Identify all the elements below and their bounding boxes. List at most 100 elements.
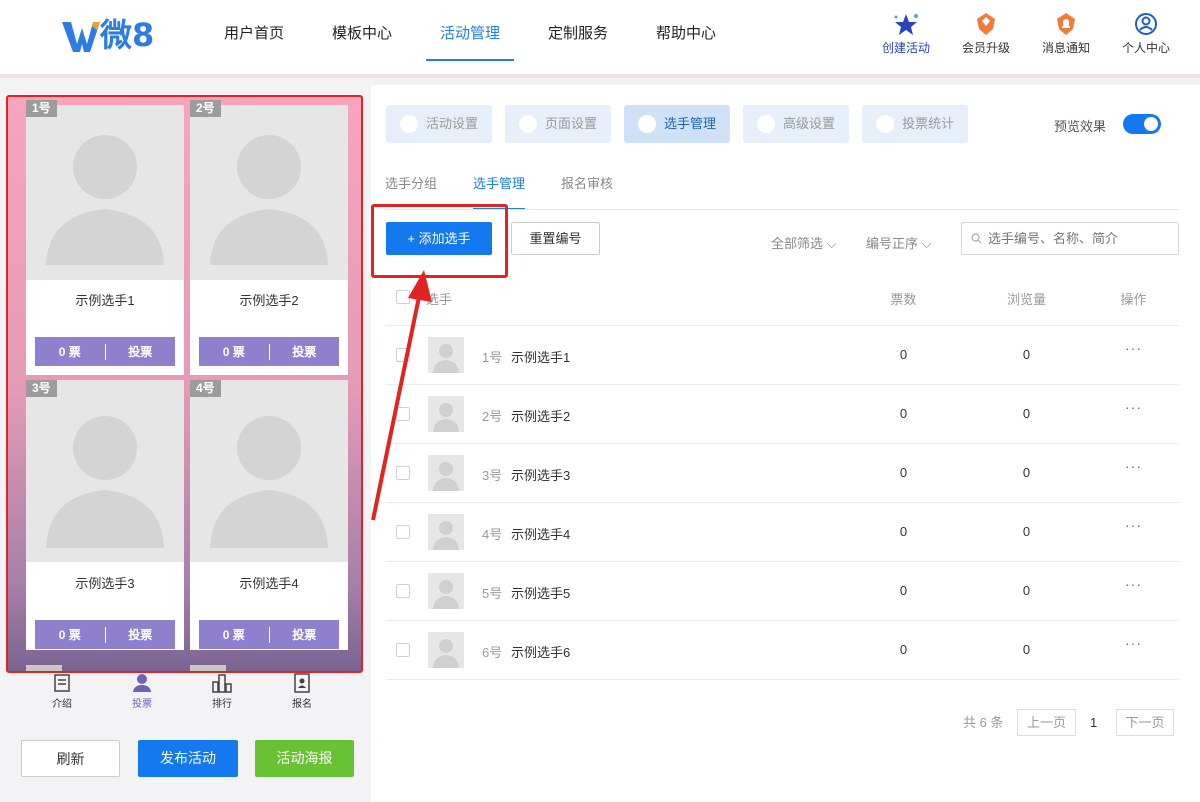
activity-poster-button[interactable]: 活动海报 [255,740,354,777]
avatar [428,396,464,432]
tab-activity-settings-label: 活动设置 [426,116,479,131]
more-options-icon[interactable]: ··· [1106,340,1161,356]
diamond-badge-icon [977,13,995,35]
contestant-card[interactable]: 3号 示例选手3 0 票 投票 [26,380,184,650]
notifications-label: 消息通知 [1041,41,1090,55]
view-count: 0 [1022,347,1031,362]
sort-dropdown[interactable]: 编号正序 ⌵ [866,233,932,252]
refresh-button[interactable]: 刷新 [21,740,120,777]
table-row: 6号 示例选手6 0 0 ··· [386,621,1179,680]
contestant-number: 5号 [482,586,503,601]
more-options-icon[interactable]: ··· [1106,399,1161,415]
tab-activity-settings[interactable]: 活动设置 [386,105,493,143]
star-icon [894,14,918,35]
table-row: 5号 示例选手5 0 0 ··· [386,562,1179,621]
tab-signup[interactable]: 报名 [262,672,342,712]
contestant-photo [190,105,348,280]
document-icon [54,674,70,692]
contestant-number: 2号 [482,409,503,424]
member-upgrade-button[interactable]: 会员升级 [946,12,1026,56]
personal-center-label: 个人中心 [1121,41,1170,55]
current-page[interactable]: 1 [1090,709,1097,736]
vote-button[interactable]: 投票 [270,343,340,360]
contestant-name: 示例选手3 [511,468,571,483]
next-card-edge [190,665,226,671]
user-circle-icon [1135,13,1157,35]
tab-advanced-settings-label: 高级设置 [783,116,836,131]
row-checkbox[interactable] [396,348,410,362]
more-options-icon[interactable]: ··· [1106,517,1161,533]
vote-button[interactable]: 投票 [106,626,176,643]
notifications-button[interactable]: 消息通知 [1026,12,1106,56]
view-count: 0 [1022,465,1031,480]
personal-center-button[interactable]: 个人中心 [1106,12,1186,56]
row-checkbox[interactable] [396,466,410,480]
tab-contestant-management[interactable]: 选手管理 [624,105,731,143]
more-options-icon[interactable]: ··· [1106,635,1161,651]
logo-w-icon [62,22,100,52]
nav-home[interactable]: 用户首页 [200,0,308,60]
publish-activity-button[interactable]: 发布活动 [138,740,238,777]
add-contestant-button[interactable]: + 添加选手 [386,222,492,255]
contestant-name: 示例选手2 [511,409,571,424]
create-activity-button[interactable]: 创建活动 [866,12,946,56]
vote-button[interactable]: 投票 [106,343,176,360]
tab-page-settings[interactable]: 页面设置 [505,105,612,143]
logo[interactable]: 微8 [62,14,162,56]
vote-bar[interactable]: 0 票 投票 [199,620,339,649]
subtab-signup-review[interactable]: 报名审核 [561,173,613,209]
next-page-button[interactable]: 下一页 [1116,709,1174,736]
contestant-name: 示例选手4 [239,576,299,591]
vote-bar[interactable]: 0 票 投票 [199,337,339,366]
filter-label: 全部筛选 [771,236,824,251]
row-checkbox[interactable] [396,525,410,539]
more-options-icon[interactable]: ··· [1106,576,1161,592]
search-input[interactable] [961,222,1179,255]
nav-templates[interactable]: 模板中心 [308,0,416,60]
contestant-number: 3号 [482,468,503,483]
bell-badge-icon [1057,13,1075,35]
contestant-name: 示例选手1 [511,350,571,365]
tab-vote-statistics[interactable]: 投票统计 [862,105,969,143]
nav-custom-service[interactable]: 定制服务 [524,0,632,60]
vote-bar[interactable]: 0 票 投票 [35,337,175,366]
more-options-icon[interactable]: ··· [1106,458,1161,474]
row-checkbox[interactable] [396,407,410,421]
create-activity-label: 创建活动 [881,41,930,55]
nav-activity-management[interactable]: 活动管理 [416,0,524,61]
tab-intro[interactable]: 介绍 [22,672,102,712]
contestant-name: 示例选手4 [511,527,571,542]
tab-vote[interactable]: 投票 [102,672,182,712]
tab-ranking[interactable]: 排行 [182,672,262,712]
contestant-card[interactable]: 1号 示例选手1 0 票 投票 [26,100,184,375]
contestant-photo [190,380,348,562]
contestant-photo [26,380,184,562]
sliders-icon [757,115,776,133]
contestant-name: 示例选手2 [239,293,299,308]
header-views: 浏览量 [1006,292,1046,307]
row-checkbox[interactable] [396,643,410,657]
select-all-checkbox[interactable] [396,290,410,304]
table-row: 1号 示例选手1 0 0 ··· [386,326,1179,385]
vote-bar[interactable]: 0 票 投票 [35,620,175,649]
avatar [428,455,464,491]
preview-toggle[interactable] [1123,114,1161,134]
vote-count: 0 [899,347,908,362]
vote-button[interactable]: 投票 [270,626,340,643]
image-icon [519,115,538,133]
nav-help[interactable]: 帮助中心 [632,0,740,60]
vote-count: 0 票 [58,345,81,359]
vote-count: 0 票 [58,628,81,642]
number-badge: 1号 [26,100,57,117]
tab-advanced-settings[interactable]: 高级设置 [743,105,850,143]
logo-text: 微8 [100,16,155,54]
contestant-card[interactable]: 4号 示例选手4 0 票 投票 [190,380,348,650]
reset-numbers-button[interactable]: 重置编号 [511,222,600,255]
filter-dropdown[interactable]: 全部筛选 ⌵ [771,233,837,252]
contestant-card[interactable]: 2号 示例选手2 0 票 投票 [190,100,348,375]
contestant-number: 4号 [482,527,503,542]
prev-page-button[interactable]: 上一页 [1017,709,1076,736]
view-count: 0 [1022,642,1031,657]
row-checkbox[interactable] [396,584,410,598]
tab-intro-label: 介绍 [52,699,72,710]
